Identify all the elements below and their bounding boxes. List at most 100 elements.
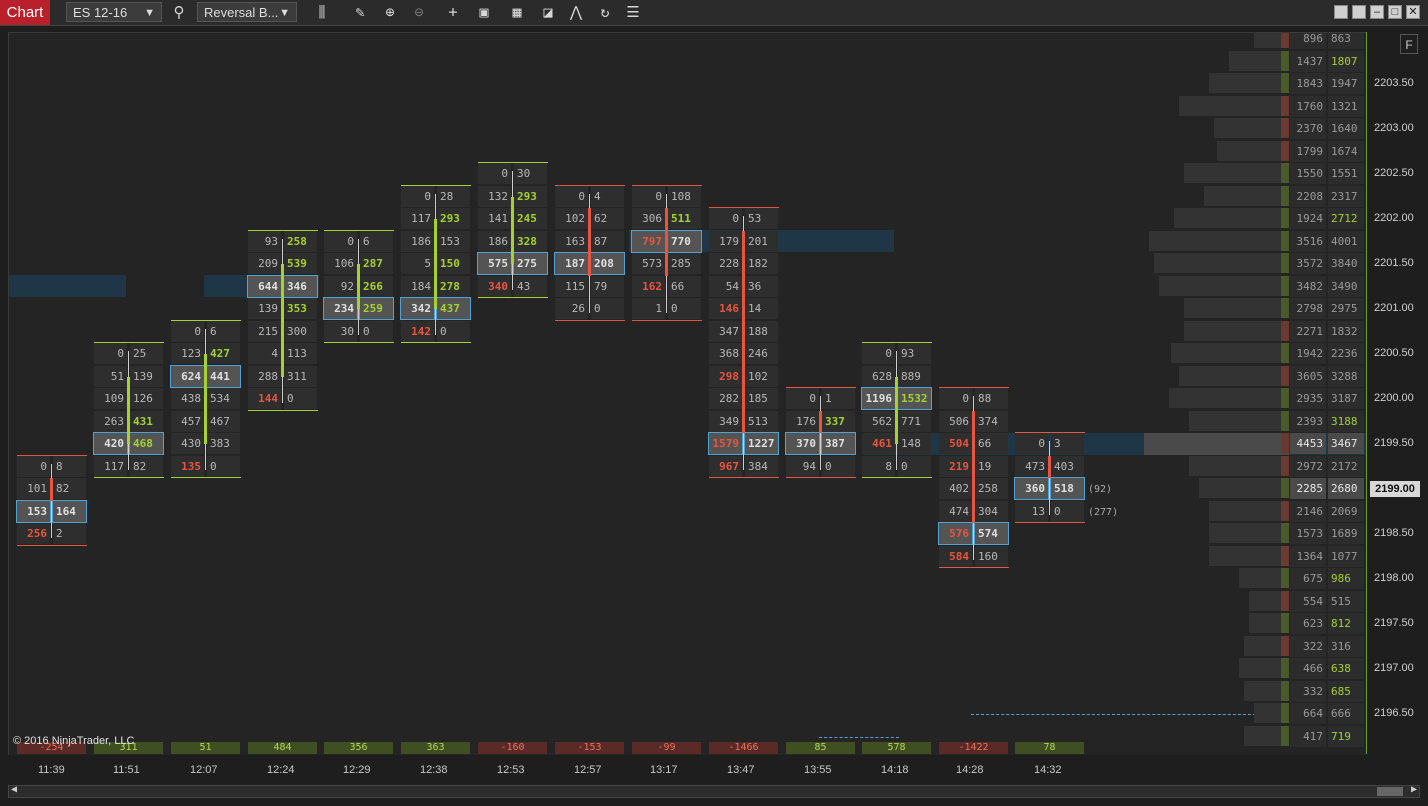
footprint-cell-right: 511 [668, 208, 701, 229]
candle-body [127, 376, 130, 445]
crosshair-icon[interactable]: + [442, 2, 464, 22]
candle-wick [820, 396, 821, 470]
search-icon[interactable]: ⚲ [168, 2, 190, 22]
volume-profile-bar [1204, 185, 1289, 206]
footprint-cell-left: 624 [170, 364, 205, 388]
footprint-cell-left: 370 [785, 432, 820, 455]
chart-panel[interactable]: 0 8 101 82 153 164 256 2 -254 0 25 51 139 109 126 263 43… [8, 32, 1367, 755]
properties-icon[interactable]: ☰ [622, 2, 644, 22]
tile-2-icon[interactable] [1352, 5, 1366, 19]
footprint-cell-left: 186 [478, 230, 511, 252]
bar-delta: 578 [862, 742, 931, 754]
ladder-bid: 2146 [1290, 500, 1326, 522]
footprint-cell-right: 0 [668, 298, 701, 319]
footprint-cell-right: 1 [822, 388, 855, 409]
time-label: 12:38 [420, 764, 448, 776]
footprint-cell-left: 93 [248, 230, 281, 252]
price-label: 2196.50 [1374, 707, 1414, 719]
scroll-thumb[interactable] [1377, 787, 1403, 796]
footprint-cell-left: 349 [709, 410, 742, 432]
footprint-cell-right: 374 [975, 410, 1008, 432]
volume-profile-bar [1169, 388, 1289, 408]
footprint-cell-left: 187 [554, 252, 589, 275]
footprint-cell-right: 403 [1051, 455, 1084, 477]
bar-delta: -160 [478, 742, 547, 754]
footprint-cell-right: 25 [130, 343, 163, 364]
ladder-ask: 1640 [1328, 118, 1364, 139]
instrument-selector[interactable]: ES 12-16 ▼ [66, 2, 162, 22]
bar-bottom-border [862, 477, 932, 478]
ladder-bid: 417 [1290, 725, 1326, 747]
dashed-line [971, 714, 1256, 715]
ladder-bid: 1550 [1290, 163, 1326, 184]
volume-delta-tick [1281, 613, 1289, 633]
scroll-left-icon[interactable]: ◀ [11, 784, 17, 795]
bar-bottom-border [94, 477, 164, 478]
volume-delta-tick [1281, 658, 1289, 678]
ladder-bid: 1843 [1290, 73, 1326, 94]
ladder-ask: 2680 [1328, 478, 1364, 499]
zoom-in-icon[interactable]: ⊕ [379, 2, 401, 22]
footprint-cell-right: 0 [437, 320, 470, 342]
bar-chart-icon[interactable]: ⫼ [311, 2, 333, 22]
footprint-cell-right: 88 [975, 388, 1008, 409]
footprint-cell-right: 337 [822, 410, 855, 432]
ladder-ask: 3187 [1328, 388, 1364, 409]
ladder-ask: 1321 [1328, 95, 1364, 117]
bar-type-selector[interactable]: Reversal B... ▼ [197, 2, 297, 22]
bar-type-value: Reversal B... [204, 5, 279, 20]
bar-bottom-border [401, 342, 471, 343]
pencil-icon[interactable]: ✎ [349, 2, 371, 22]
strategy-icon[interactable]: ⋀ [565, 2, 587, 22]
minimize-icon[interactable]: – [1370, 5, 1384, 19]
ladder-ask: 3840 [1328, 253, 1364, 274]
bar-delta: 85 [786, 742, 855, 754]
footprint-cell-right: 771 [898, 410, 931, 432]
footprint-cell-left: 1579 [708, 432, 743, 455]
scroll-right-icon[interactable]: ▶ [1411, 784, 1417, 795]
footprint-cell-right: 82 [130, 455, 163, 477]
close-icon[interactable]: ✕ [1406, 5, 1420, 19]
zoom-out-icon[interactable]: ⊖ [408, 2, 430, 22]
footprint-cell-right: 0 [207, 455, 240, 477]
footprint-cell-right: 304 [975, 500, 1008, 522]
templates-icon[interactable]: ◪ [537, 2, 559, 22]
footprint-cell-left: 54 [709, 275, 742, 297]
footprint-cell-left: 109 [94, 388, 127, 409]
time-label: 14:32 [1034, 764, 1062, 776]
footprint-cell-left: 106 [324, 253, 357, 274]
volume-delta-tick [1281, 478, 1289, 498]
price-label: 2201.50 [1374, 257, 1414, 269]
footprint-cell-left: 132 [478, 185, 511, 207]
footprint-cell-right: 113 [284, 343, 317, 364]
ladder-ask: 316 [1328, 635, 1364, 657]
footprint-cell-right: 437 [436, 297, 471, 320]
price-label: 2197.00 [1374, 662, 1414, 674]
f-button[interactable]: F [1400, 34, 1418, 54]
volume-delta-tick [1281, 208, 1289, 228]
footprint-cell-left: 92 [324, 275, 357, 297]
footprint-cell-right: 8 [53, 455, 86, 477]
footprint-cell-right: 14 [745, 298, 778, 319]
data-box-icon[interactable]: ▣ [473, 2, 495, 22]
volume-profile-bar [1184, 298, 1289, 318]
ladder-ask: 2317 [1328, 185, 1364, 207]
footprint-cell-right: 43 [514, 275, 547, 297]
footprint-cell-left: 117 [94, 455, 127, 477]
volume-delta-tick [1281, 253, 1289, 273]
footprint-cell-left: 179 [709, 230, 742, 252]
chart-style-icon[interactable]: ▦ [506, 2, 528, 22]
chart-tab[interactable]: Chart [0, 0, 50, 25]
footprint-cell-left: 282 [709, 388, 742, 409]
footprint-cell-right: 285 [668, 253, 701, 274]
maximize-icon[interactable]: □ [1388, 5, 1402, 19]
footprint-cell-right: 383 [207, 433, 240, 454]
footprint-cell-left: 117 [401, 208, 434, 229]
ladder-bid: 1760 [1290, 95, 1326, 117]
price-label: 2203.50 [1374, 77, 1414, 89]
ladder-bid: 332 [1290, 680, 1326, 702]
tile-icon[interactable] [1334, 5, 1348, 19]
horizontal-scrollbar[interactable]: ◀ ▶ [8, 784, 1420, 798]
ladder-bid: 1942 [1290, 343, 1326, 364]
reload-icon[interactable]: ↻ [594, 2, 616, 22]
